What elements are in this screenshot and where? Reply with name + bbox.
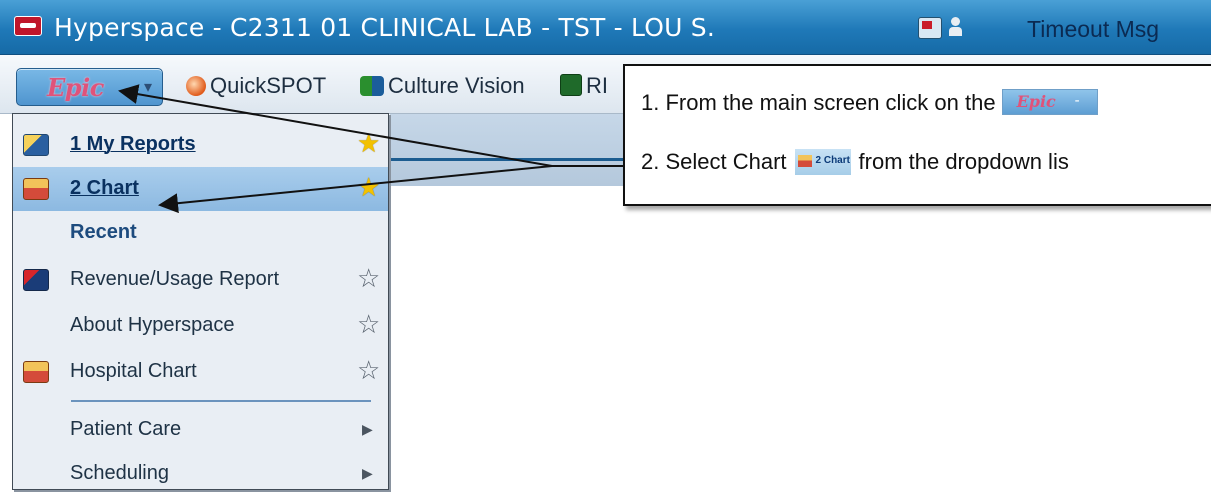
epic-logo: Epic (47, 73, 104, 102)
window-title: Hyperspace - C2311 01 CLINICAL LAB - TST… (54, 13, 715, 42)
menu-item-about-hyperspace[interactable]: About Hyperspace ☆ (13, 304, 388, 348)
culture-vision-icon (360, 76, 384, 96)
menu-section-label: Recent (70, 221, 137, 243)
menu-item-label: Scheduling (70, 462, 169, 484)
epic-dropdown-menu: 1 My Reports ★ 2 Chart ★ Recent Revenue/… (12, 113, 389, 490)
instruction-step-1: 1. From the main screen click on the (641, 89, 1098, 116)
menu-item-my-reports[interactable]: 1 My Reports ★ (13, 123, 388, 167)
revenue-report-icon (23, 269, 49, 291)
submenu-arrow-icon: ▶ (362, 465, 373, 481)
step-1-text: 1. From the main screen click on the (641, 90, 996, 115)
menu-item-label: About Hyperspace (70, 314, 235, 336)
menu-divider (71, 400, 371, 402)
report-icon (560, 74, 582, 96)
chart-icon (23, 178, 49, 200)
instruction-step-2: 2. Select Chart from the dropdown lis (641, 149, 1069, 175)
menu-item-label: Revenue/Usage Report (70, 268, 280, 290)
hyperspace-window: Hyperspace - C2311 01 CLINICAL LAB - TST… (0, 0, 1211, 497)
favorite-star-icon[interactable]: ☆ (357, 311, 380, 337)
toolbar-item-label: RI (586, 73, 608, 98)
step-2-suffix: from the dropdown lis (858, 149, 1069, 174)
toolbar-quickspot-button[interactable]: QuickSPOT (186, 73, 326, 101)
menu-item-label: 1 My Reports (70, 133, 196, 155)
epic-menu-button[interactable]: Epic ▾ (16, 68, 163, 106)
toolbar-item-label: QuickSPOT (210, 73, 327, 98)
toolbar-item-label: Culture Vision (388, 73, 525, 98)
favorite-star-icon[interactable]: ★ (357, 130, 380, 156)
favorite-star-icon[interactable]: ☆ (357, 357, 380, 383)
menu-item-revenue-usage-report[interactable]: Revenue/Usage Report ☆ (13, 258, 388, 302)
menu-item-label: Hospital Chart (70, 360, 197, 382)
epic-button-thumbnail-icon (1001, 89, 1098, 115)
quickspot-icon (186, 76, 206, 96)
secure-chat-icon[interactable] (918, 17, 942, 39)
reports-icon (23, 134, 49, 156)
workspace-tab-strip (390, 114, 630, 186)
menu-item-scheduling[interactable]: Scheduling ▶ (13, 452, 388, 496)
favorite-star-icon[interactable]: ★ (357, 174, 380, 200)
user-icon[interactable] (948, 17, 964, 37)
instruction-callout: 1. From the main screen click on the 2. … (623, 64, 1211, 206)
menu-item-hospital-chart[interactable]: Hospital Chart ☆ (13, 350, 388, 394)
chevron-down-icon: ▾ (143, 79, 152, 96)
menu-section-recent: Recent (13, 211, 388, 255)
toolbar-reports-button[interactable]: RI (560, 73, 608, 101)
title-bar: Hyperspace - C2311 01 CLINICAL LAB - TST… (0, 0, 1211, 55)
menu-item-label: 2 Chart (70, 177, 139, 199)
menu-item-patient-care[interactable]: Patient Care ▶ (13, 408, 388, 452)
hyperspace-app-icon (14, 16, 42, 36)
favorite-star-icon[interactable]: ☆ (357, 265, 380, 291)
hospital-chart-icon (23, 361, 49, 383)
menu-item-label: Patient Care (70, 418, 182, 440)
timeout-message-link[interactable]: Timeout Msg (1027, 16, 1159, 43)
submenu-arrow-icon: ▶ (362, 421, 373, 437)
chart-item-thumbnail-icon (794, 149, 851, 175)
step-2-prefix: 2. Select Chart (641, 149, 787, 174)
menu-item-chart[interactable]: 2 Chart ★ (13, 167, 388, 211)
toolbar-culture-vision-button[interactable]: Culture Vision (360, 73, 525, 101)
